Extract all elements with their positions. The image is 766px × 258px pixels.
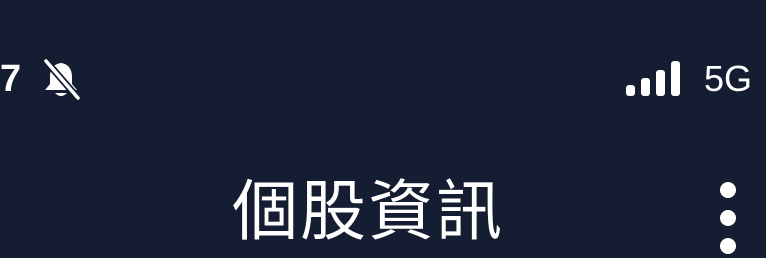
network-type-label: 5G — [704, 58, 753, 99]
status-bar: 7 5G — [0, 0, 766, 120]
more-vertical-icon — [708, 178, 748, 258]
more-options-button[interactable] — [708, 178, 748, 258]
bell-slash-icon — [40, 57, 82, 102]
status-time: 7 — [0, 58, 21, 100]
cellular-signal-icon — [626, 59, 686, 99]
page-title: 個股資訊 — [232, 173, 504, 250]
app-header: 個股資訊 — [0, 150, 766, 255]
